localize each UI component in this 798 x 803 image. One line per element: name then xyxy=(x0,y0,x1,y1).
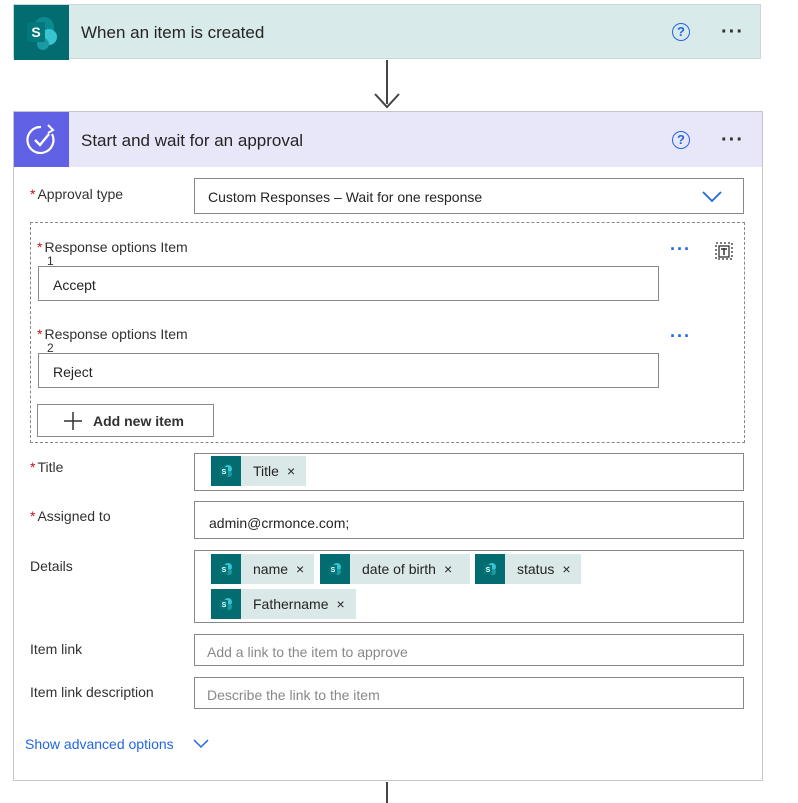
remove-token-icon[interactable]: × xyxy=(444,561,452,577)
chevron-down-icon[interactable] xyxy=(193,739,209,749)
response-option-2-input[interactable]: Reject xyxy=(38,353,659,388)
item-link-placeholder: Add a link to the item to approve xyxy=(207,644,408,660)
response-option-1-input[interactable]: Accept xyxy=(38,266,659,301)
help-icon[interactable]: ? xyxy=(672,23,690,41)
plus-icon xyxy=(64,411,82,430)
approval-type-label: * Approval type xyxy=(30,186,124,202)
title-label: * Title xyxy=(30,459,64,475)
details-label: Details xyxy=(30,558,73,574)
sharepoint-icon: S xyxy=(211,589,241,619)
response-option-1-value: Accept xyxy=(53,277,96,293)
item-link-description-label: Item link description xyxy=(30,684,154,700)
approval-type-dropdown[interactable]: Custom Responses – Wait for one response xyxy=(194,178,744,214)
approval-icon xyxy=(14,112,69,167)
token-label: date of birth xyxy=(362,561,436,577)
sharepoint-icon: S xyxy=(211,554,241,584)
response-option-2-value: Reject xyxy=(53,364,93,380)
response-option-2-label: * Response options Item xyxy=(37,326,188,342)
remove-token-icon[interactable]: × xyxy=(287,463,295,479)
item-link-description-placeholder: Describe the link to the item xyxy=(207,687,380,703)
svg-text:S: S xyxy=(31,24,40,40)
response-option-1-label: * Response options Item xyxy=(37,239,188,255)
details-token-name[interactable]: S name × xyxy=(211,554,314,584)
item-link-label: Item link xyxy=(30,641,83,657)
connector-line xyxy=(386,782,388,803)
chevron-down-icon xyxy=(702,191,722,203)
action-header[interactable]: Start and wait for an approval ? ··· xyxy=(14,112,762,167)
assigned-to-label: * Assigned to xyxy=(30,508,111,524)
add-new-item-button[interactable]: Add new item xyxy=(37,404,214,437)
response-option-2-more-icon[interactable]: ··· xyxy=(670,327,691,345)
approval-type-value: Custom Responses – Wait for one response xyxy=(208,189,483,205)
svg-text:S: S xyxy=(222,602,227,609)
token-label: Fathername xyxy=(253,596,329,612)
help-icon[interactable]: ? xyxy=(672,131,690,149)
action-title: Start and wait for an approval xyxy=(81,131,304,150)
details-token-status[interactable]: S status × xyxy=(475,554,581,584)
remove-token-icon[interactable]: × xyxy=(562,561,570,577)
remove-token-icon[interactable]: × xyxy=(296,561,304,577)
assigned-to-value: admin@crmonce.com; xyxy=(209,515,350,531)
svg-text:S: S xyxy=(222,567,227,574)
svg-text:S: S xyxy=(222,469,227,476)
token-label: Title xyxy=(253,463,279,479)
token-label: name xyxy=(253,561,289,577)
more-options-icon[interactable]: ··· xyxy=(721,130,744,150)
sharepoint-icon: S xyxy=(320,554,350,584)
assigned-to-input[interactable]: admin@crmonce.com; xyxy=(194,501,744,539)
sharepoint-icon: S xyxy=(211,456,241,486)
trigger-card[interactable]: S When an item is created ? ··· xyxy=(13,4,761,60)
more-options-icon[interactable]: ··· xyxy=(721,22,744,42)
token-label: status xyxy=(517,561,555,577)
svg-text:S: S xyxy=(331,567,336,574)
details-token-fathername[interactable]: S Fathername × xyxy=(211,589,356,619)
show-advanced-options-link[interactable]: Show advanced options xyxy=(25,736,174,752)
svg-text:S: S xyxy=(486,567,491,574)
delete-group-icon[interactable] xyxy=(713,240,735,262)
sharepoint-icon: S xyxy=(14,5,69,60)
item-link-input[interactable]: Add a link to the item to approve xyxy=(194,634,744,666)
trigger-title: When an item is created xyxy=(81,23,265,42)
details-token-date-of-birth[interactable]: S date of birth × xyxy=(320,554,470,584)
item-link-description-input[interactable]: Describe the link to the item xyxy=(194,677,744,709)
sharepoint-icon: S xyxy=(475,554,505,584)
title-token[interactable]: S Title × xyxy=(211,456,306,486)
connector-arrow-icon xyxy=(374,93,400,109)
response-option-1-more-icon[interactable]: ··· xyxy=(670,240,691,258)
add-new-item-label: Add new item xyxy=(93,412,185,429)
remove-token-icon[interactable]: × xyxy=(336,596,344,612)
